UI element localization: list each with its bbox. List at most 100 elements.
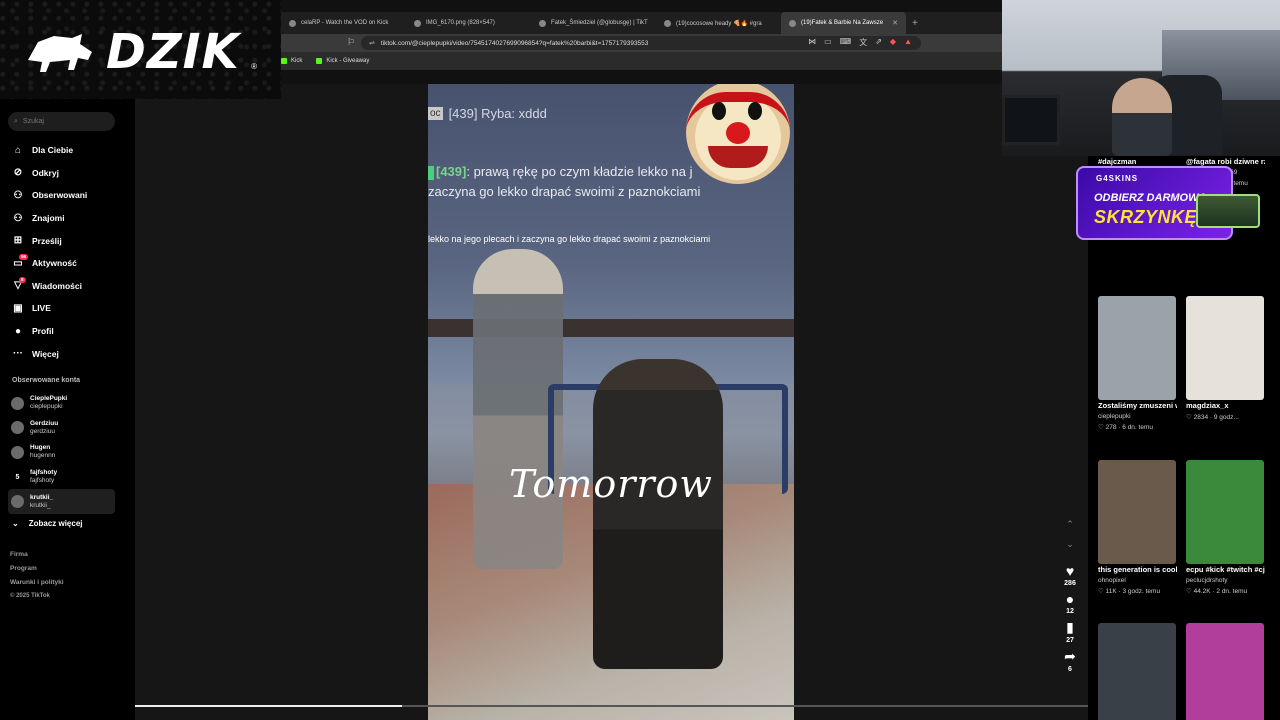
promo-brand: G4SKINS: [1096, 174, 1139, 183]
video-card[interactable]: Zostaliśmy zmuszeni wrzucić odpowiedź...…: [1098, 296, 1177, 434]
video-card-author: cieplepupki: [1098, 413, 1131, 420]
video-card-meta: ♡ 11K · 3 godz. temu: [1098, 588, 1161, 595]
promo-banner: G4SKINS ODBIERZ DARMOWĄ SKRZYNKĘ!: [1076, 166, 1260, 240]
screen-icon[interactable]: ▭: [824, 37, 832, 48]
nav-item-prze-lij[interactable]: ⊞ Prześlij: [12, 229, 87, 252]
video-thumbnail[interactable]: [1098, 623, 1176, 720]
account-name: Hugen: [30, 444, 51, 452]
bookmark-kick[interactable]: Kick: [281, 58, 302, 64]
notification-badge: 8: [19, 276, 26, 283]
boar-icon: [28, 34, 92, 72]
share-button[interactable]: ➦ 6: [1055, 648, 1085, 673]
video-card[interactable]: [1186, 623, 1265, 720]
following-icon: ⚇: [13, 189, 23, 201]
site-info-icon[interactable]: ⇌: [369, 39, 375, 47]
nav-item-live[interactable]: ▣ LIVE: [12, 297, 87, 320]
shield-icon[interactable]: ◆: [890, 37, 896, 48]
footer-link-company[interactable]: Firma: [10, 551, 64, 565]
video-progress-bar[interactable]: [135, 705, 1088, 707]
followed-account[interactable]: Hugen hugennn: [8, 440, 115, 465]
cast-icon[interactable]: ⋈: [808, 37, 816, 48]
live-icon: ▣: [13, 302, 23, 314]
tab-label: celaRP - Watch the VOD on Kick: [301, 20, 389, 26]
notification-badge: 56: [19, 253, 29, 260]
friends-icon: ⚇: [13, 212, 23, 224]
video-thumbnail[interactable]: [1098, 460, 1176, 564]
avatar: [11, 396, 24, 410]
video-card[interactable]: magdziax_x ♡ 2834 · 9 godz...: [1186, 296, 1265, 424]
followed-account[interactable]: CieplePupki cieplepupki: [8, 391, 115, 416]
nav-item-aktywno-[interactable]: ▭ Aktywność 56: [12, 252, 87, 275]
webcam-overlay: [1002, 0, 1280, 156]
video-card[interactable]: [1098, 623, 1177, 720]
followed-account[interactable]: krutkii_ krutkii_: [8, 489, 115, 514]
laptop-icon[interactable]: ⌨: [840, 37, 852, 48]
account-username: fajfshoty: [30, 477, 55, 485]
close-tab-icon[interactable]: ✕: [892, 19, 898, 27]
heart-icon: ♥: [1065, 563, 1075, 579]
translate-icon[interactable]: 文: [859, 37, 867, 48]
video-thumbnail[interactable]: [1186, 623, 1264, 720]
account-username: hugennn: [30, 452, 56, 460]
account-name: CieplePupki: [30, 395, 68, 403]
followed-account[interactable]: Gerdziuu gerdziuu: [8, 416, 115, 441]
nav-item-znajomi[interactable]: ⚇ Znajomi: [12, 207, 87, 230]
video-thumbnail[interactable]: [1186, 296, 1264, 400]
comment-button[interactable]: ● 12: [1055, 591, 1085, 615]
nav-item-odkryj[interactable]: ⊘ Odkryj: [12, 162, 87, 185]
browser-tab[interactable]: celaRP - Watch the VOD on Kick: [281, 12, 406, 34]
nav-item-dla-ciebie[interactable]: ⌂ Dla Ciebie: [12, 139, 87, 162]
browser-tab[interactable]: IMG_6170.png (828×547): [406, 12, 531, 34]
share-icon[interactable]: ⇗: [875, 37, 882, 48]
footer-link-terms[interactable]: Warunki i polityki: [10, 579, 64, 593]
see-more-button[interactable]: ⌄ Zobacz więcej: [12, 519, 83, 528]
favicon-icon: [414, 19, 421, 27]
bookmark-kick-giveaway[interactable]: Kick - Giveaway: [316, 58, 369, 64]
bookmarks-bar: Kick Kick - Giveaway: [281, 52, 1002, 70]
footer-link-program[interactable]: Program: [10, 565, 64, 579]
new-tab-icon[interactable]: +: [906, 18, 918, 29]
promo-line-1: ODBIERZ DARMOWĄ: [1094, 192, 1207, 204]
video-chat-line-2: [439]: prawą rękę po czym kładzie lekko …: [428, 164, 701, 199]
video-card[interactable]: ecpu #kick #twitch #cjdr... peclucjdrshot…: [1186, 460, 1265, 598]
tab-bar: celaRP - Watch the VOD on Kick IMG_6170.p…: [281, 12, 1002, 34]
screen: celaRP - Watch the VOD on Kick IMG_6170.p…: [0, 0, 1280, 720]
video-player[interactable]: oc [439] Ryba: xddd [439]: prawą rękę po…: [428, 84, 794, 720]
bookmark-icon[interactable]: ⚐: [347, 37, 355, 48]
nav-item-label: Odkryj: [32, 167, 59, 178]
favicon-icon: [664, 19, 671, 27]
browser-tab[interactable]: Fatek_Śmiedziel (@globusgę) | TikT: [531, 12, 656, 34]
followed-account[interactable]: 5 fajfshoty fajfshoty: [8, 465, 115, 490]
tab-label: (19)cocosowe heady 🍕🔥 #gra: [676, 20, 762, 27]
chevron-up-icon[interactable]: ⌃: [1055, 519, 1085, 539]
like-button[interactable]: ♥ 286: [1055, 563, 1085, 587]
followed-accounts-title: Obserwowane konta: [12, 377, 81, 384]
search-input[interactable]: ⌕ Szukaj: [8, 112, 115, 131]
avatar: [11, 495, 24, 509]
extension-icon[interactable]: ▲: [904, 37, 912, 48]
browser-content-top: [281, 70, 1002, 84]
video-chat-line-1: oc [439] Ryba: xddd: [428, 106, 547, 121]
nav-item-profil[interactable]: ● Profil: [12, 320, 87, 343]
tab-label: Fatek_Śmiedziel (@globusgę) | TikT: [551, 20, 648, 26]
video-thumbnail[interactable]: [1186, 460, 1264, 564]
kick-icon: [316, 58, 323, 64]
nav-item-wiadomo-ci[interactable]: ▽ Wiadomości 8: [12, 275, 87, 298]
nav-item-wi-cej[interactable]: ··· Więcej: [12, 342, 87, 365]
browser-tab[interactable]: (19)cocosowe heady 🍕🔥 #gra: [656, 12, 781, 34]
chevron-down-icon[interactable]: ⌄: [1055, 539, 1085, 559]
clown-nose: [726, 122, 750, 144]
url-text: tiktok.com/@cieplepupki/video/7545174027…: [380, 39, 649, 47]
profile-icon: ●: [14, 325, 22, 337]
video-thumbnail[interactable]: [1098, 296, 1176, 400]
browser-tab[interactable]: (19)Fatek & Barbie Na Zawsze ✕: [781, 12, 906, 34]
upload-icon: ⊞: [13, 235, 23, 247]
nav-item-obserwowani[interactable]: ⚇ Obserwowani: [12, 184, 88, 207]
video-card[interactable]: this generation is cooked 💀 #67 ohnopixel…: [1098, 460, 1177, 598]
nav-item-label: Profil: [32, 326, 54, 337]
video-subtitle-line: lekko na jego plecach i zaczyna go lekko…: [428, 234, 711, 244]
save-button[interactable]: ▮ 27: [1055, 619, 1085, 644]
tiktok-sidebar: ⌕ Szukaj ⌂ Dla Ciebie ⊘ Odkryj ⚇ Obserwowani ⚇…: [0, 99, 135, 720]
nav-item-label: Wiadomości: [32, 280, 82, 291]
video-card-meta: ♡ 44.2K · 2 dn. temu: [1186, 588, 1248, 595]
